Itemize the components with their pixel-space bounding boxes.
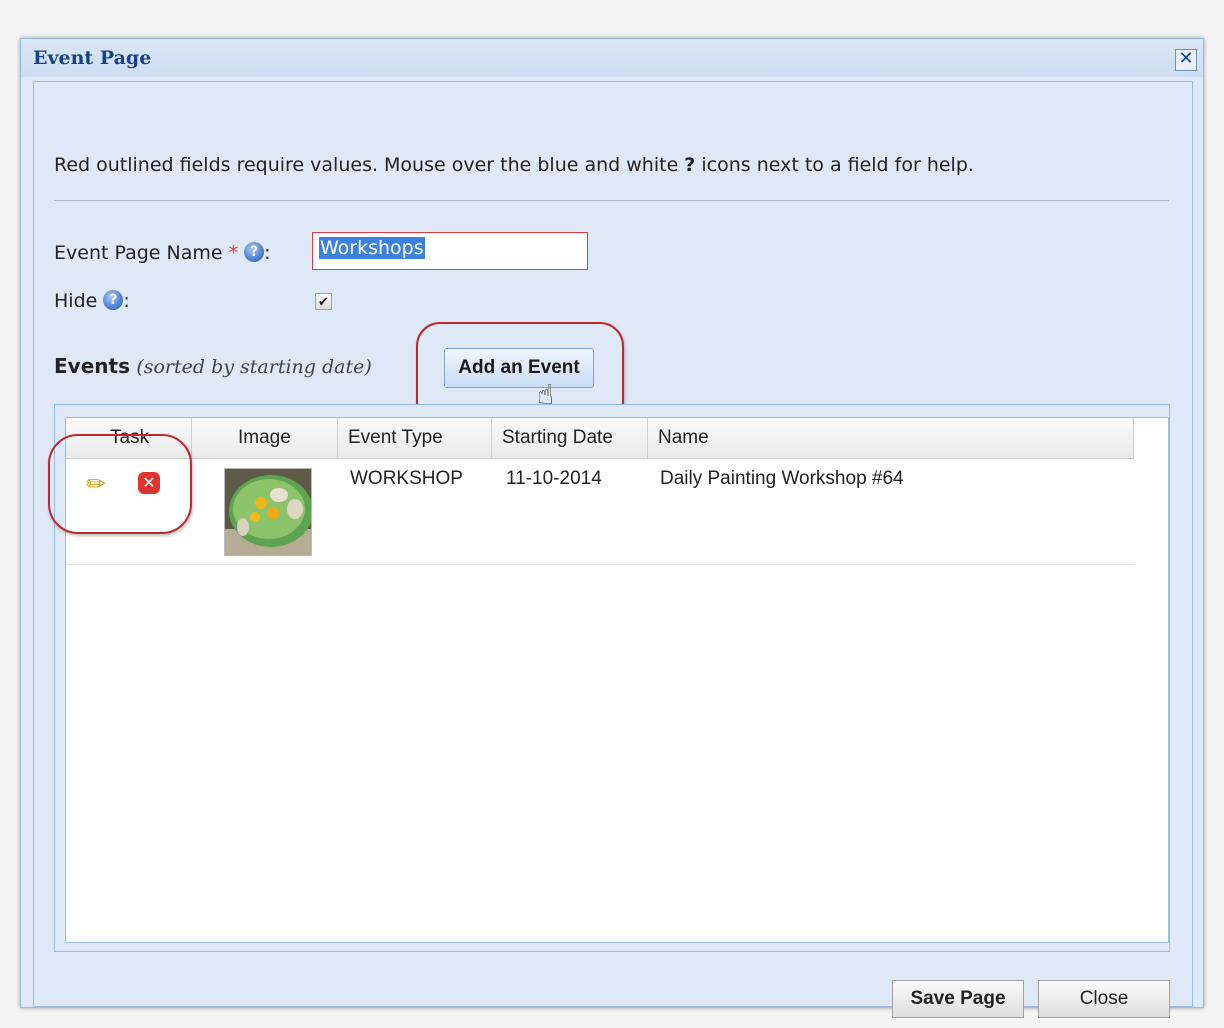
events-label: Events (sorted by starting date) (54, 354, 372, 378)
instructions-part-1: Red outlined fields require values. Mous… (54, 154, 685, 176)
event-page-name-input[interactable]: Workshops (312, 232, 588, 270)
name-label-text: Event Page Name (54, 242, 223, 264)
help-icon[interactable]: ? (244, 241, 265, 262)
required-marker: * (228, 242, 239, 264)
events-grid: Task Image Event Type Starting Date Name… (65, 417, 1169, 943)
table-row[interactable]: ✏ ✕ WORKSHOP 11-10-2014 Daily Painting W… (66, 458, 1134, 565)
save-page-button[interactable]: Save Page (892, 980, 1024, 1018)
events-heading: Events (54, 354, 130, 378)
column-header-name[interactable]: Name (648, 418, 1134, 458)
event-page-name-label: Event Page Name * ?: (54, 241, 271, 264)
event-name-cell: Daily Painting Workshop #64 (660, 468, 904, 489)
starting-date-cell: 11-10-2014 (506, 468, 602, 489)
divider (54, 200, 1169, 201)
hide-label-text: Hide (54, 290, 98, 312)
highlight-circle-task (48, 434, 192, 534)
hide-checkbox[interactable]: ✔ (315, 293, 332, 310)
dialog-titlebar: Event Page ✕ (21, 39, 1203, 77)
colon: : (264, 242, 271, 264)
instructions-part-2: icons next to a field for help. (695, 154, 974, 176)
events-sort-note: (sorted by starting date) (136, 356, 372, 378)
dialog-body: Red outlined fields require values. Mous… (33, 81, 1193, 1018)
grid-header: Task Image Event Type Starting Date Name (66, 418, 1134, 459)
column-header-starting-date[interactable]: Starting Date (492, 418, 648, 458)
dialog-title: Event Page (33, 47, 152, 69)
instructions-text: Red outlined fields require values. Mous… (54, 154, 974, 176)
help-icon[interactable]: ? (103, 289, 124, 310)
events-grid-container: Task Image Event Type Starting Date Name… (54, 404, 1170, 952)
hide-label: Hide ?: (54, 289, 130, 312)
event-type-cell: WORKSHOP (350, 468, 463, 489)
event-page-dialog: Event Page ✕ Red outlined fields require… (20, 38, 1204, 1018)
close-icon[interactable]: ✕ (1175, 49, 1197, 71)
painting-thumbnail (224, 468, 312, 556)
instructions-question-mark: ? (684, 154, 696, 176)
close-button[interactable]: Close (1038, 980, 1170, 1018)
name-input-value: Workshops (319, 237, 425, 259)
colon: : (123, 290, 130, 312)
column-header-image[interactable]: Image (192, 418, 338, 458)
column-header-event-type[interactable]: Event Type (338, 418, 492, 458)
